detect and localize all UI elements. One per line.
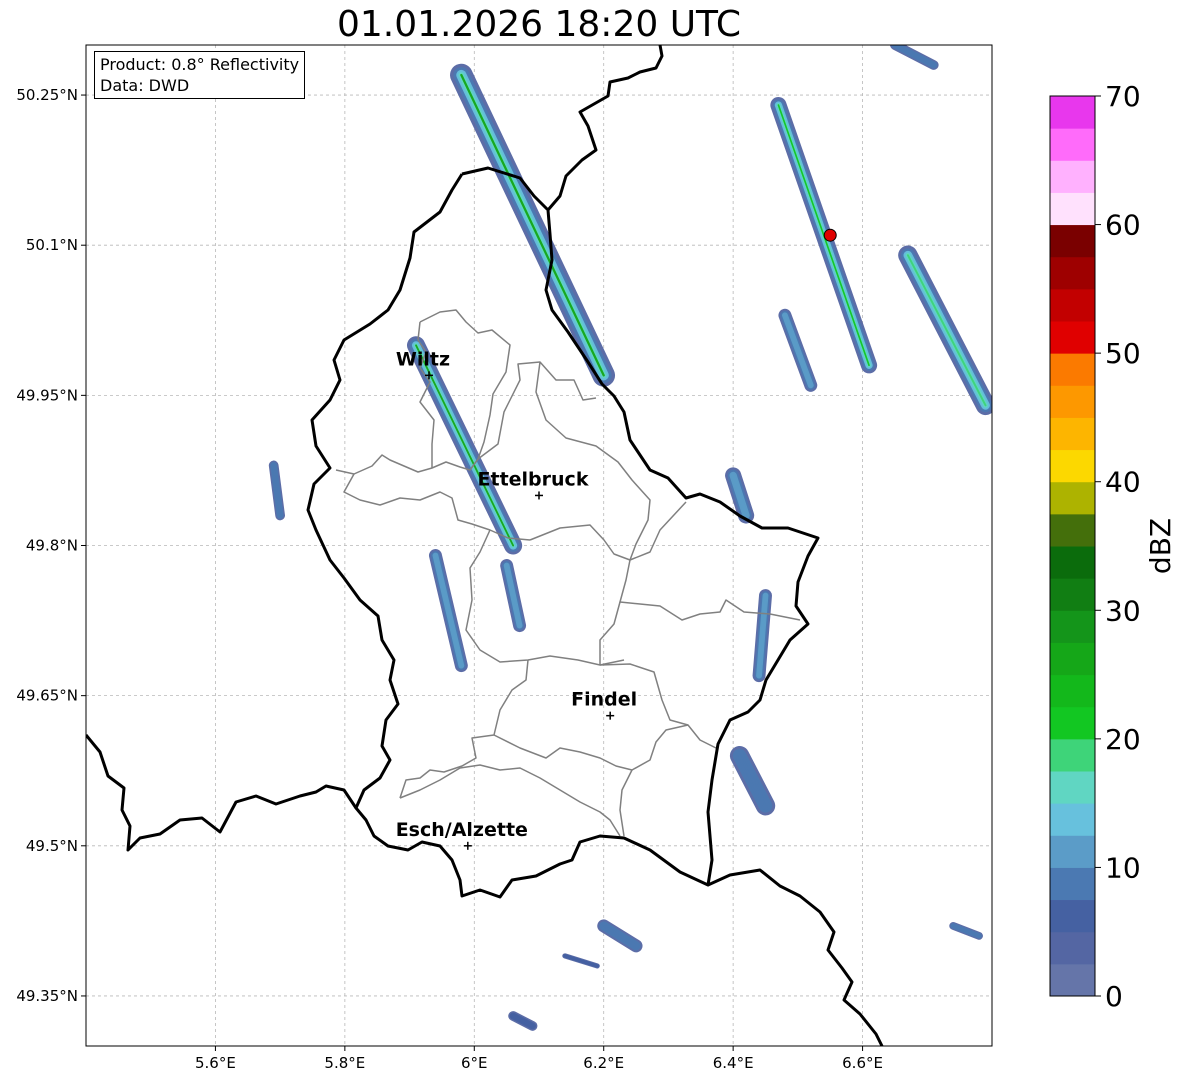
lat-tick-label: 49.5°N (26, 837, 78, 855)
data-source-label: Data: DWD (100, 76, 190, 95)
latitude-axis: 49.35°N 49.5°N 49.65°N 49.8°N 49.95°N 50.1°N 5… (16, 86, 86, 1005)
colorbar-segment (1050, 771, 1095, 804)
colorbar-tick-label: 60 (1105, 209, 1141, 242)
lon-tick-label: 6°E (461, 1054, 488, 1072)
colorbar-segment (1050, 128, 1095, 161)
colorbar-segment (1050, 546, 1095, 579)
colorbar-segment (1050, 899, 1095, 933)
colorbar-segment (1050, 449, 1095, 483)
colorbar-tick-label: 30 (1105, 594, 1141, 627)
colorbar-segment (1050, 385, 1095, 418)
colorbar-segment (1050, 578, 1095, 611)
lat-tick-label: 49.8°N (26, 537, 78, 555)
colorbar-segment (1050, 288, 1095, 322)
colorbar-segment (1050, 803, 1095, 836)
colorbar: 0 10 20 30 40 50 60 70 dBZ (1049, 80, 1177, 1013)
lon-tick-label: 6.2°E (583, 1054, 624, 1072)
colorbar-segment (1050, 706, 1095, 740)
longitude-axis: 5.6°E 5.8°E 6°E 6.2°E 6.4°E 6.6°E (195, 1046, 883, 1072)
colorbar-tick-label: 70 (1105, 80, 1141, 113)
colorbar-label: dBZ (1144, 518, 1177, 574)
colorbar-segment (1050, 96, 1095, 129)
city-label: Wiltz (396, 348, 450, 370)
radar-site-marker (823, 228, 837, 242)
colorbar-tick-label: 40 (1105, 466, 1141, 499)
lat-tick-label: 50.1°N (26, 236, 78, 254)
colorbar-segment (1050, 417, 1095, 451)
colorbar-tick-label: 50 (1105, 337, 1141, 370)
lon-tick-label: 5.6°E (195, 1054, 236, 1072)
colorbar-segment (1050, 867, 1095, 901)
colorbar-segment (1050, 931, 1095, 965)
radar-site-layer (823, 228, 837, 242)
lat-tick-label: 49.65°N (16, 687, 78, 705)
colorbar-segment (1050, 738, 1095, 772)
colorbar-segment (1050, 835, 1095, 868)
colorbar-segment (1050, 642, 1095, 676)
colorbar-segment (1050, 674, 1095, 708)
city-label: Findel (571, 689, 637, 711)
colorbar-segment (1050, 224, 1095, 258)
lon-tick-label: 6.6°E (842, 1054, 883, 1072)
colorbar-segment (1050, 321, 1095, 354)
colorbar-segment (1050, 963, 1095, 997)
colorbar-segment (1050, 481, 1095, 515)
colorbar-segment (1050, 353, 1095, 386)
colorbar-segment (1050, 192, 1095, 226)
colorbar-segment (1050, 610, 1095, 643)
lat-tick-label: 50.25°N (16, 86, 78, 104)
colorbar-tick-label: 10 (1105, 851, 1141, 884)
product-info-box: Product: 0.8° Reflectivity Data: DWD (94, 51, 306, 99)
city-label: Esch/Alzette (396, 819, 528, 841)
colorbar-tick-label: 0 (1105, 980, 1123, 1013)
product-label: Product: 0.8° Reflectivity (100, 55, 300, 74)
lat-tick-label: 49.95°N (16, 386, 78, 404)
lon-tick-label: 6.4°E (713, 1054, 754, 1072)
colorbar-tick-label: 20 (1105, 723, 1141, 756)
colorbar-segment (1050, 513, 1095, 547)
city-label: Ettelbruck (478, 468, 589, 490)
lon-tick-label: 5.8°E (324, 1054, 365, 1072)
map-figure: WiltzEttelbruckFindelEsch/Alzette 5.6°E 5… (16, 44, 1177, 1072)
colorbar-segment (1050, 256, 1095, 290)
colorbar-segment (1050, 160, 1095, 193)
lat-tick-label: 49.35°N (16, 987, 78, 1005)
